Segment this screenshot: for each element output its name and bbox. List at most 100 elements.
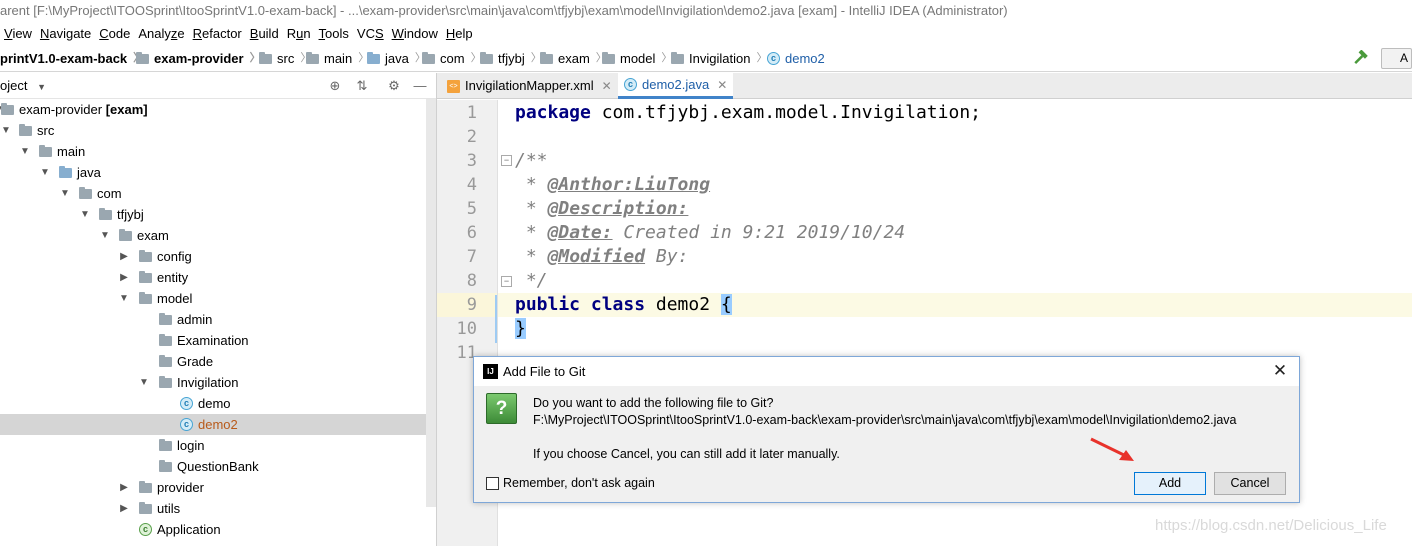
tab-demo2-java[interactable]: c demo2.java ✕	[618, 72, 734, 99]
breadcrumb-demo2[interactable]: c demo2	[767, 45, 825, 71]
editor-tab-bar: <> InvigilationMapper.xml ✕ c demo2.java ✕	[437, 73, 1412, 99]
breadcrumb-main[interactable]: main 〉	[306, 45, 373, 71]
close-icon[interactable]: ✕	[1270, 361, 1290, 381]
package-icon	[602, 51, 615, 64]
breadcrumb-project[interactable]: printV1.0-exam-back〉	[0, 45, 148, 71]
code-line-10[interactable]: }	[515, 317, 526, 341]
tree-item-demo2[interactable]: c demo2	[0, 414, 426, 435]
chevron-down-icon[interactable]: ▼	[39, 162, 51, 183]
cancel-button[interactable]: Cancel	[1214, 472, 1286, 495]
tree-item-entity[interactable]: ▶ entity	[0, 267, 426, 288]
chevron-down-icon: ▼	[37, 82, 47, 92]
breadcrumb-tfjybj[interactable]: tfjybj 〉	[480, 45, 546, 71]
tree-item-com[interactable]: ▼ com	[0, 183, 426, 204]
menu-code[interactable]: Code	[95, 22, 134, 45]
tree-item-admin[interactable]: admin	[0, 309, 426, 330]
menu-build[interactable]: Build	[246, 22, 283, 45]
menu-help[interactable]: Help	[442, 22, 477, 45]
breadcrumb-com[interactable]: com 〉	[422, 45, 486, 71]
project-view-selector[interactable]: oject ▼	[0, 73, 46, 100]
code-line-5[interactable]: * @Description:	[515, 197, 689, 221]
tree-item-examination[interactable]: Examination	[0, 330, 426, 351]
tree-label: Application	[157, 522, 221, 537]
remember-checkbox-label[interactable]: Remember, don't ask again	[503, 475, 655, 492]
tree-item-questionbank[interactable]: QuestionBank	[0, 456, 426, 477]
code-line-1[interactable]: package com.tfjybj.exam.model.Invigilati…	[515, 101, 981, 125]
breadcrumb-exam-provider[interactable]: exam-provider 〉	[136, 45, 265, 71]
breadcrumb-java[interactable]: java 〉	[367, 45, 430, 71]
tab-label: InvigilationMapper.xml	[465, 78, 594, 93]
code-line-8[interactable]: */	[515, 269, 548, 293]
code-text: demo2	[645, 294, 721, 315]
code-line-9[interactable]: public class demo2 {	[515, 293, 732, 317]
chevron-right-icon[interactable]: ▶	[118, 477, 130, 498]
tree-label: src	[37, 123, 55, 138]
chevron-down-icon[interactable]: ▼	[118, 288, 130, 309]
tree-item-utils[interactable]: ▶ utils	[0, 498, 426, 519]
chevron-down-icon[interactable]: ▼	[79, 204, 91, 225]
tree-item-application[interactable]: c Application	[0, 519, 426, 540]
collapse-all-icon[interactable]: ⇅	[355, 79, 369, 93]
breadcrumb-separator: 〉	[756, 52, 768, 64]
question-icon: ?	[486, 393, 517, 424]
add-configuration-button[interactable]: A	[1381, 48, 1412, 69]
menu-run-mnemonic: u	[296, 26, 304, 41]
menu-refactor[interactable]: Refactor	[189, 22, 246, 45]
add-button[interactable]: Add	[1134, 472, 1206, 495]
remember-checkbox[interactable]	[486, 477, 499, 490]
tree-item-src[interactable]: ▼ src	[0, 120, 426, 141]
chevron-right-icon[interactable]: ▶	[118, 498, 130, 519]
tree-item-java[interactable]: ▼ java	[0, 162, 426, 183]
build-hammer-icon[interactable]	[1352, 50, 1368, 66]
breadcrumb-exam-label: exam	[558, 51, 590, 66]
package-icon	[139, 480, 152, 493]
code-line-4[interactable]: * @Anthor:LiuTong	[515, 173, 710, 197]
code-line-3[interactable]: /**	[515, 149, 548, 173]
fold-toggle-icon[interactable]: −	[501, 155, 512, 166]
menu-tools[interactable]: Tools	[315, 22, 353, 45]
chevron-down-icon[interactable]: ▼	[19, 141, 31, 162]
breadcrumb-exam[interactable]: exam〉	[540, 45, 611, 71]
menu-analyze[interactable]: Analyze	[134, 22, 188, 45]
code-line-7[interactable]: * @Modified By:	[515, 245, 689, 269]
code-comment: Created in 9:21 2019/10/24	[612, 222, 906, 243]
project-scrollbar[interactable]	[426, 99, 436, 507]
tree-item-exam[interactable]: ▼ exam	[0, 225, 426, 246]
code-line-6[interactable]: * @Date: Created in 9:21 2019/10/24	[515, 221, 905, 245]
chevron-down-icon[interactable]: ▼	[59, 183, 71, 204]
tree-item-exam-provider[interactable]: ▼ exam-provider [exam]	[0, 99, 426, 120]
chevron-down-icon[interactable]: ▼	[0, 120, 12, 141]
tree-item-main[interactable]: ▼ main	[0, 141, 426, 162]
menu-run[interactable]: Run	[283, 22, 315, 45]
chevron-down-icon[interactable]: ▼	[138, 372, 150, 393]
code-comment: *	[515, 222, 548, 243]
tree-item-provider[interactable]: ▶ provider	[0, 477, 426, 498]
breadcrumb-invigilation[interactable]: Invigilation 〉	[671, 45, 771, 71]
menu-navigate[interactable]: Navigate	[36, 22, 95, 45]
line-number: 1	[466, 103, 477, 123]
tree-item-grade[interactable]: Grade	[0, 351, 426, 372]
breadcrumb-model[interactable]: model 〉	[602, 45, 676, 71]
xml-file-icon: <>	[447, 79, 460, 93]
tree-item-model[interactable]: ▼ model	[0, 288, 426, 309]
locate-target-icon[interactable]: ⊕	[328, 79, 342, 93]
tree-item-demo[interactable]: c demo	[0, 393, 426, 414]
tree-item-login[interactable]: login	[0, 435, 426, 456]
menu-vcs[interactable]: VCS	[353, 22, 388, 45]
tab-invigilationmapper-xml[interactable]: <> InvigilationMapper.xml ✕	[441, 73, 618, 99]
close-icon[interactable]: ✕	[602, 73, 612, 99]
chevron-right-icon[interactable]: ▶	[118, 267, 130, 288]
gear-icon[interactable]: ⚙	[387, 79, 401, 93]
tree-label: login	[177, 438, 205, 453]
menu-view[interactable]: View	[0, 22, 36, 45]
menu-window[interactable]: Window	[388, 22, 442, 45]
tree-item-tfjybj[interactable]: ▼ tfjybj	[0, 204, 426, 225]
tree-item-invigilation[interactable]: ▼ Invigilation	[0, 372, 426, 393]
package-icon	[139, 501, 152, 514]
tree-item-config[interactable]: ▶ config	[0, 246, 426, 267]
fold-toggle-icon[interactable]: −	[501, 276, 512, 287]
close-icon[interactable]: ✕	[717, 72, 727, 98]
chevron-down-icon[interactable]: ▼	[99, 225, 111, 246]
hide-panel-icon[interactable]: —	[413, 79, 427, 93]
chevron-right-icon[interactable]: ▶	[118, 246, 130, 267]
